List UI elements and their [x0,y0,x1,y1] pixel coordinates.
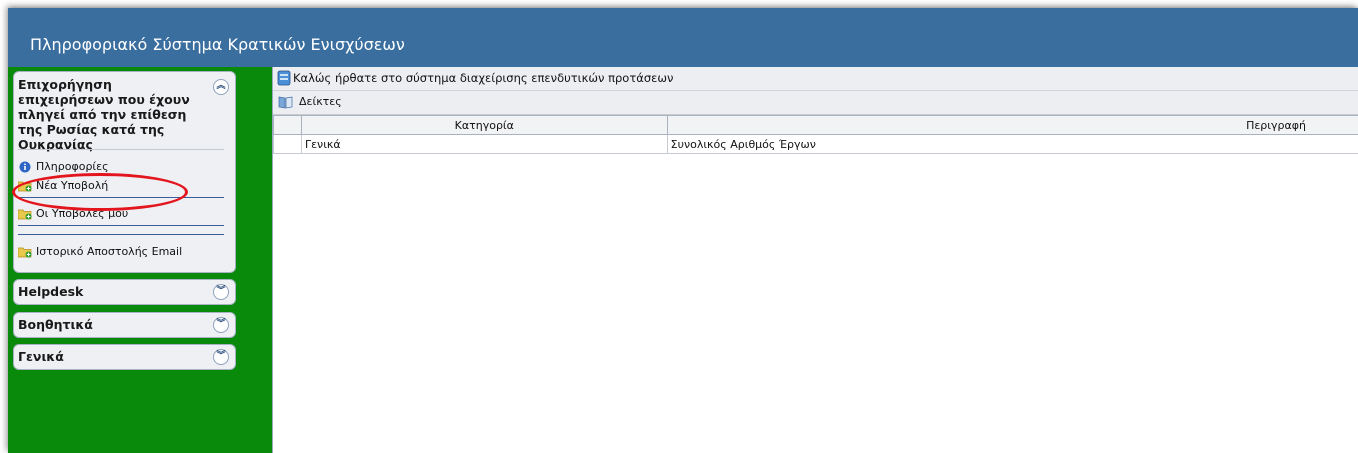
app-window: Πληροφοριακό Σύστημα Κρατικών Ενισχύσεων… [8,8,1358,453]
cell-category[interactable]: Γενικά [300,134,668,154]
sidebar-panel-tools[interactable]: Βοηθητικά ︾ [13,312,236,338]
welcome-text: Καλώς ήρθατε στο σύστημα διαχείρισης επε… [293,71,674,85]
panel-title-tools[interactable]: Βοηθητικά [18,317,93,332]
row-selector[interactable] [273,134,302,154]
table-header-row: Κατηγορία Περιγραφή [273,115,1358,135]
panel-title-main[interactable]: Επιχορήγηση επιχειρήσεων που έχουν πληγε… [18,77,208,152]
column-header-description[interactable]: Περιγραφή [666,115,1358,135]
app-header: Πληροφοριακό Σύστημα Κρατικών Ενισχύσεων [8,8,1358,67]
sidebar-item-email-history[interactable]: Ιστορικό Αποστολής Email [36,245,182,258]
folder-add-icon [18,247,32,258]
info-icon [19,161,31,173]
section-title: Δείκτες [299,95,342,108]
sidebar-item-info[interactable]: Πληροφορίες [36,160,109,173]
folder-add-icon [18,209,32,220]
database-icon [277,70,291,86]
indicators-bar: Δείκτες [273,91,1358,115]
welcome-bar: Καλώς ήρθατε στο σύστημα διαχείρισης επε… [273,67,1358,91]
book-icon [278,96,293,109]
column-header-category[interactable]: Κατηγορία [300,115,668,135]
highlight-ellipse [12,173,188,211]
expand-icon[interactable]: ︾ [213,317,229,333]
menu-separator [18,234,224,235]
sidebar: Επιχορήγηση επιχειρήσεων που έχουν πληγε… [8,67,272,453]
row-selector-header [273,115,302,135]
panel-title-general[interactable]: Γενικά [18,349,64,364]
panel-divider [18,149,224,150]
cell-description[interactable]: Συνολικός Αριθμός Έργων [666,134,1358,154]
menu-separator [18,225,224,226]
app-title: Πληροφοριακό Σύστημα Κρατικών Ενισχύσεων [30,35,405,54]
indicators-table: Κατηγορία Περιγραφή Γενικά Συνολικός Αρι… [273,115,1358,154]
main-content: Καλώς ήρθατε στο σύστημα διαχείρισης επε… [272,67,1358,453]
sidebar-panel-helpdesk[interactable]: Helpdesk ︾ [13,279,236,305]
sidebar-panel-general[interactable]: Γενικά ︾ [13,344,236,370]
sidebar-panel-main: Επιχορήγηση επιχειρήσεων που έχουν πληγε… [13,71,236,273]
panel-title-helpdesk[interactable]: Helpdesk [18,284,83,299]
expand-icon[interactable]: ︾ [213,284,229,300]
expand-icon[interactable]: ︾ [213,349,229,365]
table-row[interactable]: Γενικά Συνολικός Αριθμός Έργων [273,134,1358,154]
collapse-icon[interactable]: ︽ [213,79,229,95]
